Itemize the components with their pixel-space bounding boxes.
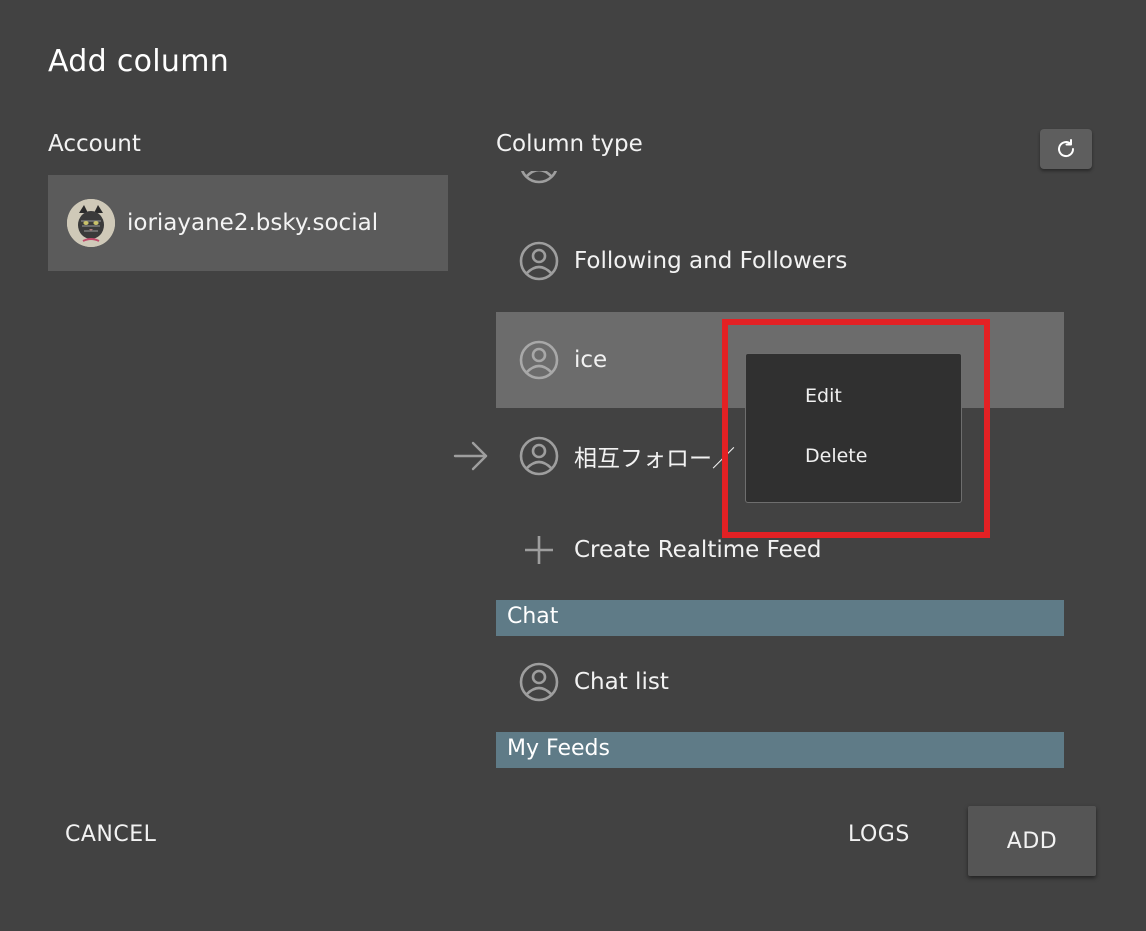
person-circle-icon bbox=[521, 171, 557, 184]
column-type-section-label: Column type bbox=[496, 131, 643, 157]
cancel-button[interactable]: CANCEL bbox=[65, 822, 156, 847]
section-header-my-feeds: My Feeds bbox=[496, 732, 1064, 768]
logs-button[interactable]: LOGS bbox=[848, 822, 910, 847]
person-circle-icon bbox=[518, 661, 560, 703]
add-button[interactable]: ADD bbox=[968, 806, 1096, 876]
account-section-label: Account bbox=[48, 131, 141, 157]
highlight-annotation bbox=[722, 319, 990, 538]
item-label: Create Realtime Feed bbox=[574, 537, 822, 563]
item-label: Following and Followers bbox=[574, 248, 848, 274]
plus-icon bbox=[518, 529, 560, 571]
section-header-chat: Chat bbox=[496, 600, 1064, 636]
add-column-dialog: Add column Account Column type ioriayane… bbox=[0, 0, 1146, 931]
refresh-icon bbox=[1054, 137, 1078, 161]
refresh-button[interactable] bbox=[1040, 129, 1092, 169]
item-label: ice bbox=[574, 347, 608, 373]
cat-avatar bbox=[67, 199, 115, 247]
arrow-right-icon bbox=[453, 441, 488, 471]
person-circle-icon bbox=[518, 435, 560, 477]
item-label: Chat list bbox=[574, 669, 669, 695]
column-type-item-chat-list[interactable]: Chat list bbox=[496, 634, 1064, 730]
account-item[interactable]: ioriayane2.bsky.social bbox=[48, 175, 448, 271]
column-type-item-following-followers[interactable]: Following and Followers bbox=[496, 213, 1064, 309]
person-circle-icon bbox=[518, 240, 560, 282]
item-label: 相互フォロー／ bbox=[574, 446, 735, 472]
person-circle-icon bbox=[518, 339, 560, 381]
dialog-title: Add column bbox=[48, 44, 230, 79]
account-handle: ioriayane2.bsky.social bbox=[127, 210, 379, 236]
